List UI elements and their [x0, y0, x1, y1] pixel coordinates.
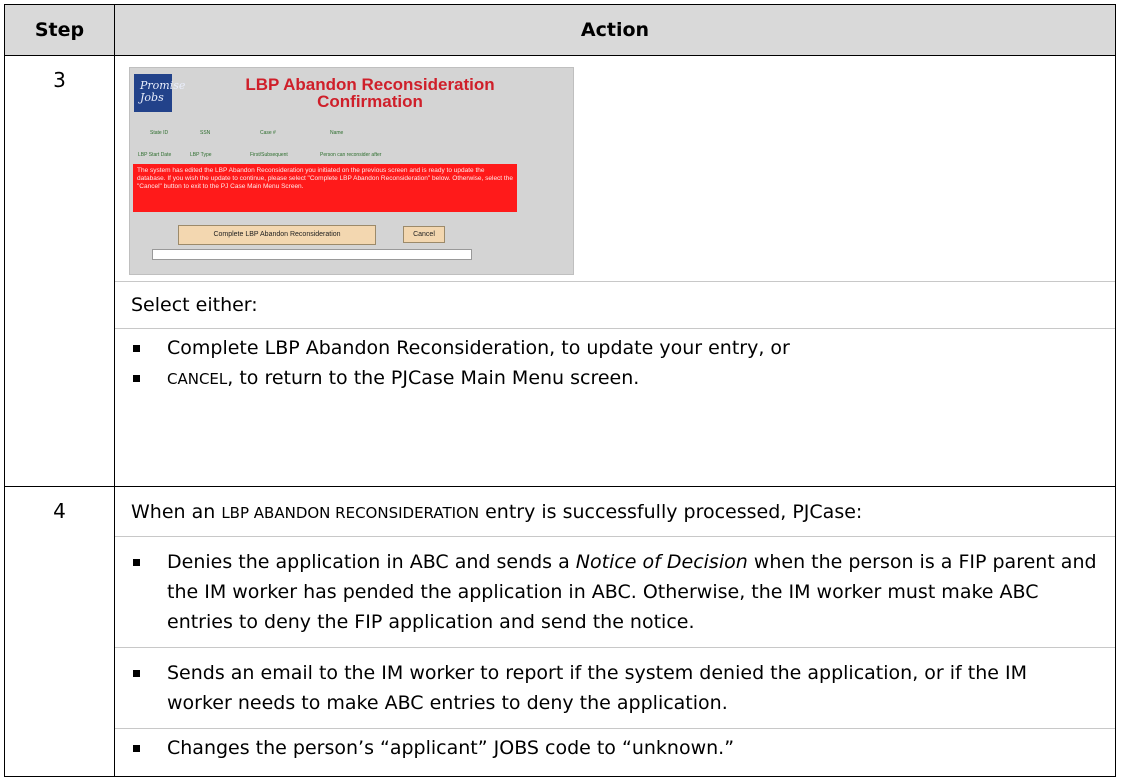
action-column-header: Action [114, 4, 1116, 56]
step-number-cell: 4 [4, 486, 115, 777]
options-block: Complete LBP Abandon Reconsideration, to… [115, 328, 1115, 399]
step4-bullet-block: Changes the person’s “applicant” JOBS co… [115, 728, 1115, 768]
procedure-table: Step Action 3 Promise Jobs LBP Abandon R… [4, 4, 1116, 777]
step-number: 4 [53, 499, 66, 523]
table-header-row: Step Action [4, 4, 1116, 56]
confirmation-screenshot: Promise Jobs LBP Abandon Reconsideration… [129, 67, 574, 275]
list-item: Changes the person’s “applicant” JOBS co… [129, 733, 1115, 763]
select-either-label: Select either: [131, 294, 258, 316]
step4-bullet-block: Sends an email to the IM worker to repor… [115, 647, 1115, 728]
step4-intro: When an LBP ABANDON RECONSIDERATION entr… [131, 501, 863, 523]
screenshot-block: Promise Jobs LBP Abandon Reconsideration… [115, 67, 1115, 275]
step4-bullet-block: Denies the application in ABC and sends … [115, 536, 1115, 647]
step4-intro-block: When an LBP ABANDON RECONSIDERATION entr… [115, 487, 1115, 536]
cancel-button: Cancel [403, 226, 445, 243]
action-cell: When an LBP ABANDON RECONSIDERATION entr… [114, 486, 1116, 777]
step-number-cell: 3 [4, 55, 115, 487]
promise-jobs-logo: Promise Jobs [134, 74, 185, 112]
select-either-block: Select either: [115, 281, 1115, 328]
list-item: Denies the application in ABC and sends … [129, 547, 1115, 637]
screenshot-title: LBP Abandon Reconsideration Confirmation [245, 75, 495, 111]
screenshot-status-bar [152, 249, 472, 260]
list-item: Complete LBP Abandon Reconsideration, to… [129, 333, 1115, 363]
step-column-header: Step [4, 4, 115, 56]
step-number: 3 [53, 68, 66, 92]
options-list: Complete LBP Abandon Reconsideration, to… [115, 333, 1115, 394]
list-item: CANCEL, to return to the PJCase Main Men… [129, 363, 1115, 394]
action-cell: Promise Jobs LBP Abandon Reconsideration… [114, 55, 1116, 487]
table-row: 3 Promise Jobs LBP Abandon Reconsiderati… [4, 55, 1116, 487]
list-item: Sends an email to the IM worker to repor… [129, 658, 1115, 718]
table-row: 4 When an LBP ABANDON RECONSIDERATION en… [4, 486, 1116, 777]
screenshot-message: The system has edited the LBP Abandon Re… [133, 164, 517, 212]
complete-reconsideration-button: Complete LBP Abandon Reconsideration [178, 225, 376, 245]
